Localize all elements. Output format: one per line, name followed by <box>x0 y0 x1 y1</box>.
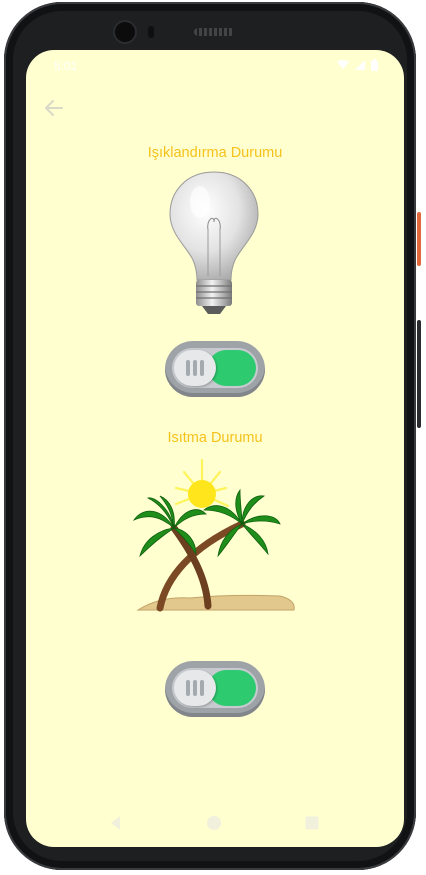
heating-switch[interactable] <box>165 661 265 717</box>
battery-icon <box>371 59 378 71</box>
app-screen: 5:01 Işıklandırma Durumu Isıtma Durumu <box>26 50 404 847</box>
system-navigation-bar <box>26 799 404 847</box>
volume-rocker <box>417 320 421 428</box>
status-icons <box>337 59 378 71</box>
light-bulb-image <box>169 171 259 314</box>
front-camera <box>115 22 135 42</box>
home-circle-icon[interactable] <box>206 815 222 831</box>
lighting-switch-knob[interactable] <box>174 350 216 386</box>
lighting-title: Işıklandırma Durumu <box>147 145 283 161</box>
heating-title: Isıtma Durumu <box>167 430 263 446</box>
status-bar: 5:01 <box>26 50 404 80</box>
heating-switch-track <box>172 668 258 708</box>
lighting-switch[interactable] <box>165 341 265 397</box>
power-button <box>417 212 421 266</box>
palm-trees-sun-image <box>132 458 295 612</box>
heating-switch-knob[interactable] <box>174 670 216 706</box>
proximity-sensor <box>148 26 154 38</box>
earpiece-speaker <box>194 28 234 36</box>
arrow-left-icon[interactable] <box>42 96 66 120</box>
lighting-switch-track <box>172 348 258 388</box>
signal-icon <box>355 60 365 70</box>
wifi-icon <box>337 60 349 69</box>
back-triangle-icon[interactable] <box>108 815 124 831</box>
status-time: 5:01 <box>54 59 78 73</box>
recents-square-icon[interactable] <box>304 815 320 831</box>
sun-icon <box>174 458 230 508</box>
